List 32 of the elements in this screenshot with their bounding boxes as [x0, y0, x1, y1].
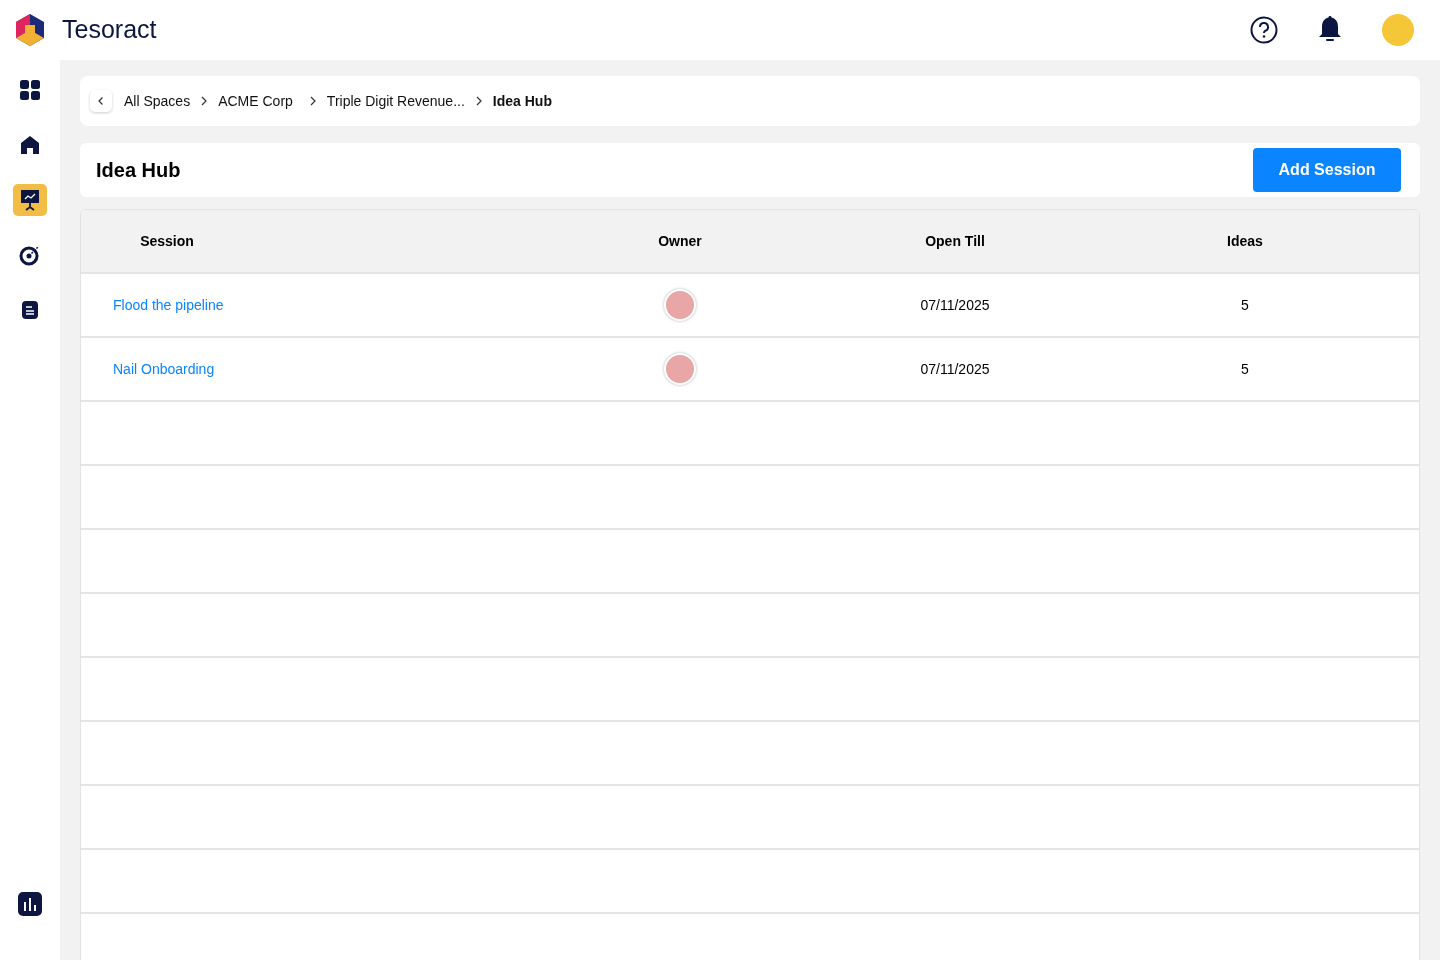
target-icon [19, 244, 41, 266]
breadcrumb-link[interactable]: Triple Digit Revenue... [326, 90, 465, 112]
column-header: Session [139, 231, 195, 251]
column-header: Ideas [1226, 231, 1264, 251]
sidebar-presentation-button[interactable] [13, 184, 47, 216]
help-icon[interactable] [1250, 16, 1278, 44]
bar-chart-icon [17, 891, 43, 917]
owner-avatar [664, 353, 696, 385]
breadcrumb-current: Idea Hub [492, 91, 552, 111]
chevron-icon [200, 96, 209, 106]
chevron-left-icon [96, 96, 106, 106]
breadcrumb-link[interactable]: All Spaces [124, 90, 191, 112]
page-title: Idea Hub [96, 158, 181, 183]
column-header: Open Till [924, 231, 986, 251]
add-session-button[interactable]: Add Session [1253, 148, 1401, 192]
owner-avatar [664, 289, 696, 321]
logo-icon [14, 13, 46, 47]
breadcrumb-link[interactable]: ACME Corp [218, 90, 293, 112]
presentation-icon [19, 189, 41, 211]
session-link[interactable]: Nail Onboarding [113, 361, 215, 377]
table-cell-text: 07/11/2025 [919, 295, 991, 315]
table-cell-text: 5 [1240, 359, 1250, 379]
column-header: Owner [657, 231, 703, 251]
session-link[interactable]: Flood the pipeline [113, 297, 224, 313]
chevron-icon [474, 96, 483, 106]
brand-name: Tesoract [62, 14, 157, 46]
document-icon [21, 300, 39, 320]
grid-icon [19, 79, 41, 101]
chevron-icon [308, 96, 317, 106]
table-cell-text: 5 [1240, 295, 1250, 315]
table-cell-text: 07/11/2025 [919, 359, 991, 379]
home-icon [20, 135, 40, 155]
